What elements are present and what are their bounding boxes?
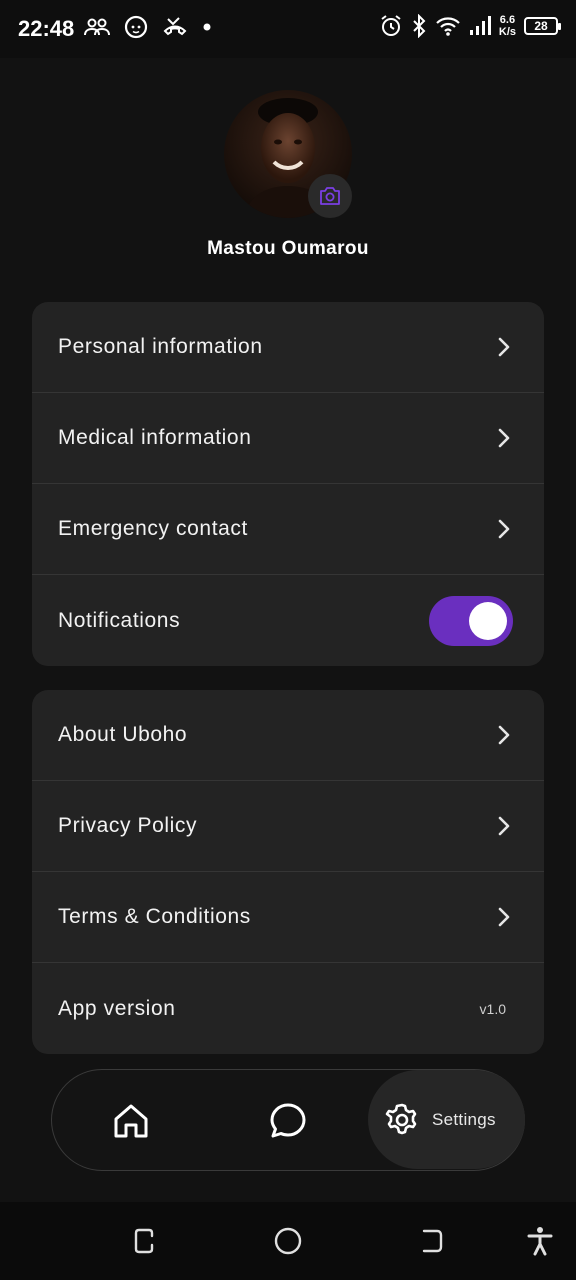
row-label: Emergency contact [58, 517, 248, 540]
notifications-row: Notifications [32, 575, 544, 666]
profile-avatar-container [224, 90, 352, 218]
status-bar: 22:48 6.6 K/s 28 [0, 0, 576, 58]
privacy-policy-row[interactable]: Privacy Policy [32, 781, 544, 872]
chevron-right-icon [496, 724, 512, 746]
battery-icon: 28 [524, 17, 561, 35]
alarm-icon [381, 15, 401, 36]
battery-level: 28 [534, 19, 548, 33]
net-speed-unit: K/s [498, 26, 516, 38]
about-uboho-row[interactable]: About Uboho [32, 690, 544, 781]
baby-icon [124, 15, 148, 39]
back-button[interactable] [417, 1226, 447, 1256]
net-speed-value: 6.6 [499, 14, 516, 26]
accessibility-button[interactable] [525, 1226, 555, 1256]
home-icon [114, 1104, 148, 1138]
system-navigation-bar [0, 1202, 576, 1280]
net-speed: 6.6 K/s [499, 14, 516, 38]
nav-chat-button[interactable] [267, 1100, 309, 1142]
app-version-row: App version v1.0 [32, 963, 544, 1054]
toggle-knob [469, 601, 507, 640]
bottom-navigation: Settings [51, 1069, 525, 1171]
chevron-right-icon [496, 815, 512, 837]
missed-call-icon [163, 17, 187, 36]
change-photo-button[interactable] [308, 174, 352, 218]
group-icon [84, 18, 110, 36]
status-time: 22:48 [18, 16, 75, 41]
chevron-right-icon [496, 336, 512, 358]
recent-apps-button[interactable] [129, 1226, 159, 1256]
notifications-toggle[interactable] [429, 595, 513, 646]
chevron-right-icon [496, 427, 512, 449]
recent-apps-icon [134, 1228, 154, 1254]
row-label: Privacy Policy [58, 814, 198, 837]
dot-icon [203, 23, 211, 31]
chevron-right-icon [496, 906, 512, 928]
row-label: Terms & Conditions [58, 905, 251, 928]
circle-home-icon [274, 1227, 302, 1255]
camera-icon [320, 187, 340, 205]
row-label: Personal information [58, 335, 263, 358]
chevron-right-icon [496, 518, 512, 540]
status-right-icons: 6.6 K/s 28 [379, 14, 561, 38]
row-label: App version [58, 996, 176, 1020]
row-label: About Uboho [58, 723, 188, 746]
nav-settings-button[interactable]: Settings [368, 1070, 525, 1169]
signal-icon [469, 16, 491, 35]
accessibility-icon [527, 1227, 553, 1256]
emergency-contact-row[interactable]: Emergency contact [32, 484, 544, 575]
chat-icon [270, 1103, 306, 1138]
back-icon [422, 1229, 443, 1253]
row-label: Medical information [58, 426, 252, 449]
account-settings-card: Personal information Medical information… [32, 302, 544, 666]
nav-settings-label: Settings [432, 1109, 496, 1129]
row-label: Notifications [58, 608, 181, 632]
medical-information-row[interactable]: Medical information [32, 393, 544, 484]
profile-name: Mastou Oumarou [207, 238, 369, 259]
terms-conditions-row[interactable]: Terms & Conditions [32, 872, 544, 963]
personal-information-row[interactable]: Personal information [32, 302, 544, 393]
bluetooth-icon [413, 14, 426, 38]
wifi-icon [436, 17, 460, 36]
app-version-value: v1.0 [479, 1000, 506, 1017]
app-info-card: About Uboho Privacy Policy Terms & Condi… [32, 690, 544, 1054]
gear-icon [385, 1103, 417, 1134]
nav-home-button[interactable] [110, 1100, 152, 1142]
status-left-icons [84, 15, 212, 39]
home-system-button[interactable] [273, 1226, 303, 1256]
